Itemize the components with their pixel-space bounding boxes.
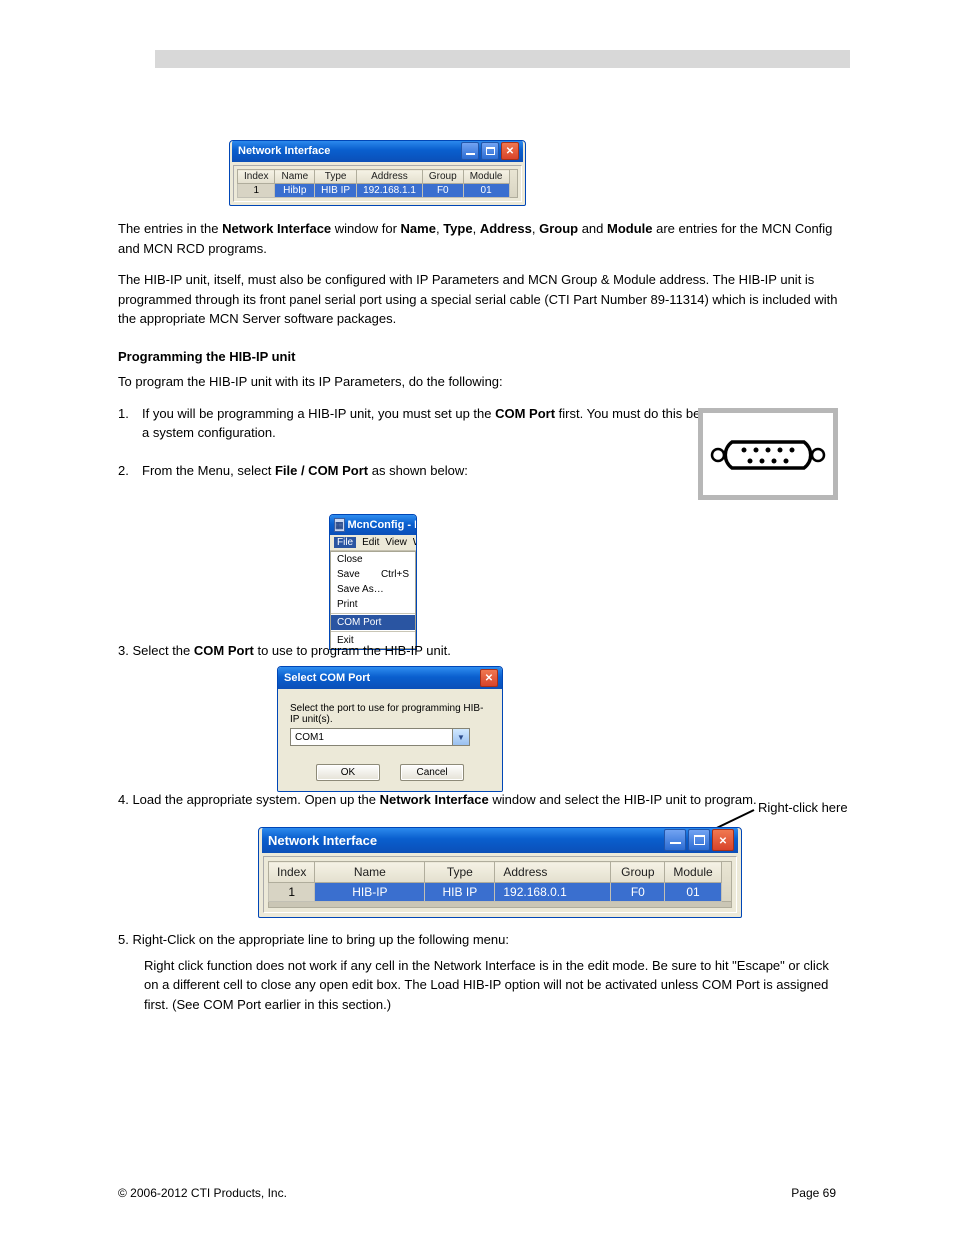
step3-text: 3. Select the COM Port to use to program…	[118, 641, 838, 661]
col-index[interactable]: Index	[269, 862, 315, 883]
maximize-button[interactable]	[481, 142, 499, 160]
cell-address: 192.168.1.1	[357, 184, 423, 198]
dialog-prompt: Select the port to use for programming H…	[290, 703, 490, 725]
col-name[interactable]: Name	[275, 170, 315, 184]
com-port-select[interactable]: COM1 ▼	[290, 728, 470, 746]
col-index[interactable]: Index	[238, 170, 275, 184]
cancel-button[interactable]: Cancel	[400, 764, 464, 781]
cell-name: HibIp	[275, 184, 315, 198]
window-titlebar[interactable]: Network Interface	[232, 140, 523, 162]
cell-index: 1	[269, 883, 315, 902]
network-interface-grid[interactable]: Index Name Type Address Group Module 1 H…	[268, 861, 722, 902]
table-row[interactable]: 1 HIB-IP HIB IP 192.168.0.1 F0 01	[269, 883, 722, 902]
minimize-button[interactable]	[664, 829, 686, 851]
cell-group: F0	[611, 883, 665, 902]
file-menu-dropdown: Close SaveCtrl+S Save As… Print COM Port…	[330, 551, 416, 649]
cell-module: 01	[463, 184, 509, 198]
app-icon: ▦	[334, 518, 345, 532]
cell-address: 192.168.0.1	[495, 883, 611, 902]
app-title: McnConfig - McnCo	[348, 519, 417, 531]
menu-file[interactable]: File	[334, 537, 356, 548]
cell-module: 01	[665, 883, 721, 902]
right-click-callout: Right-click here	[758, 800, 848, 815]
window-title: Network Interface	[238, 145, 330, 157]
col-module[interactable]: Module	[463, 170, 509, 184]
menu-item-print[interactable]: Print	[331, 597, 415, 612]
serial-port-figure	[698, 408, 838, 500]
col-group[interactable]: Group	[422, 170, 463, 184]
cell-name: HIB-IP	[315, 883, 425, 902]
dialog-title: Select COM Port	[284, 672, 370, 684]
select-com-port-dialog: Select COM Port Select the port to use f…	[277, 666, 503, 792]
cell-type: HIB IP	[425, 883, 495, 902]
col-type[interactable]: Type	[425, 862, 495, 883]
menu-edit[interactable]: Edit	[362, 537, 379, 548]
network-interface-grid[interactable]: Index Name Type Address Group Module 1 H…	[237, 169, 510, 198]
app-titlebar: ▦ McnConfig - McnCo	[330, 515, 416, 535]
menu-window[interactable]: Windo	[413, 537, 417, 548]
col-name[interactable]: Name	[315, 862, 425, 883]
window-titlebar[interactable]: Network Interface	[262, 827, 738, 853]
close-button[interactable]	[712, 829, 734, 851]
menubar[interactable]: File Edit View Windo	[330, 535, 416, 551]
com-port-value: COM1	[291, 732, 452, 743]
menu-item-save-as[interactable]: Save As…	[331, 582, 415, 597]
dialog-titlebar[interactable]: Select COM Port	[278, 667, 502, 689]
menu-view[interactable]: View	[385, 537, 407, 548]
col-address[interactable]: Address	[495, 862, 611, 883]
ok-button[interactable]: OK	[316, 764, 380, 781]
minimize-button[interactable]	[461, 142, 479, 160]
col-type[interactable]: Type	[315, 170, 357, 184]
window-title: Network Interface	[268, 833, 377, 848]
maximize-button[interactable]	[688, 829, 710, 851]
cell-group: F0	[422, 184, 463, 198]
file-menu-window: ▦ McnConfig - McnCo File Edit View Windo…	[329, 514, 417, 650]
cell-index: 1	[238, 184, 275, 198]
chevron-down-icon[interactable]: ▼	[452, 729, 469, 745]
header-stripe	[155, 50, 850, 68]
col-group[interactable]: Group	[611, 862, 665, 883]
close-button[interactable]	[480, 669, 498, 687]
footer-copyright: © 2006-2012 CTI Products, Inc.	[118, 1186, 287, 1200]
network-interface-window-large: Network Interface Index Name Type Addre	[258, 827, 742, 918]
col-address[interactable]: Address	[357, 170, 423, 184]
cell-type: HIB IP	[315, 184, 357, 198]
step5-text: 5. Right-Click on the appropriate line t…	[118, 930, 838, 1014]
close-button[interactable]	[501, 142, 519, 160]
db9-connector-icon	[710, 422, 826, 486]
menu-item-save[interactable]: SaveCtrl+S	[331, 567, 415, 582]
network-interface-window-small: Network Interface Index Name Type Addres…	[229, 140, 526, 206]
table-row[interactable]: 1 HibIp HIB IP 192.168.1.1 F0 01	[238, 184, 510, 198]
menu-item-close[interactable]: Close	[331, 552, 415, 567]
menu-item-com-port[interactable]: COM Port	[331, 615, 415, 630]
col-module[interactable]: Module	[665, 862, 721, 883]
footer-page: Page 69	[791, 1186, 836, 1200]
